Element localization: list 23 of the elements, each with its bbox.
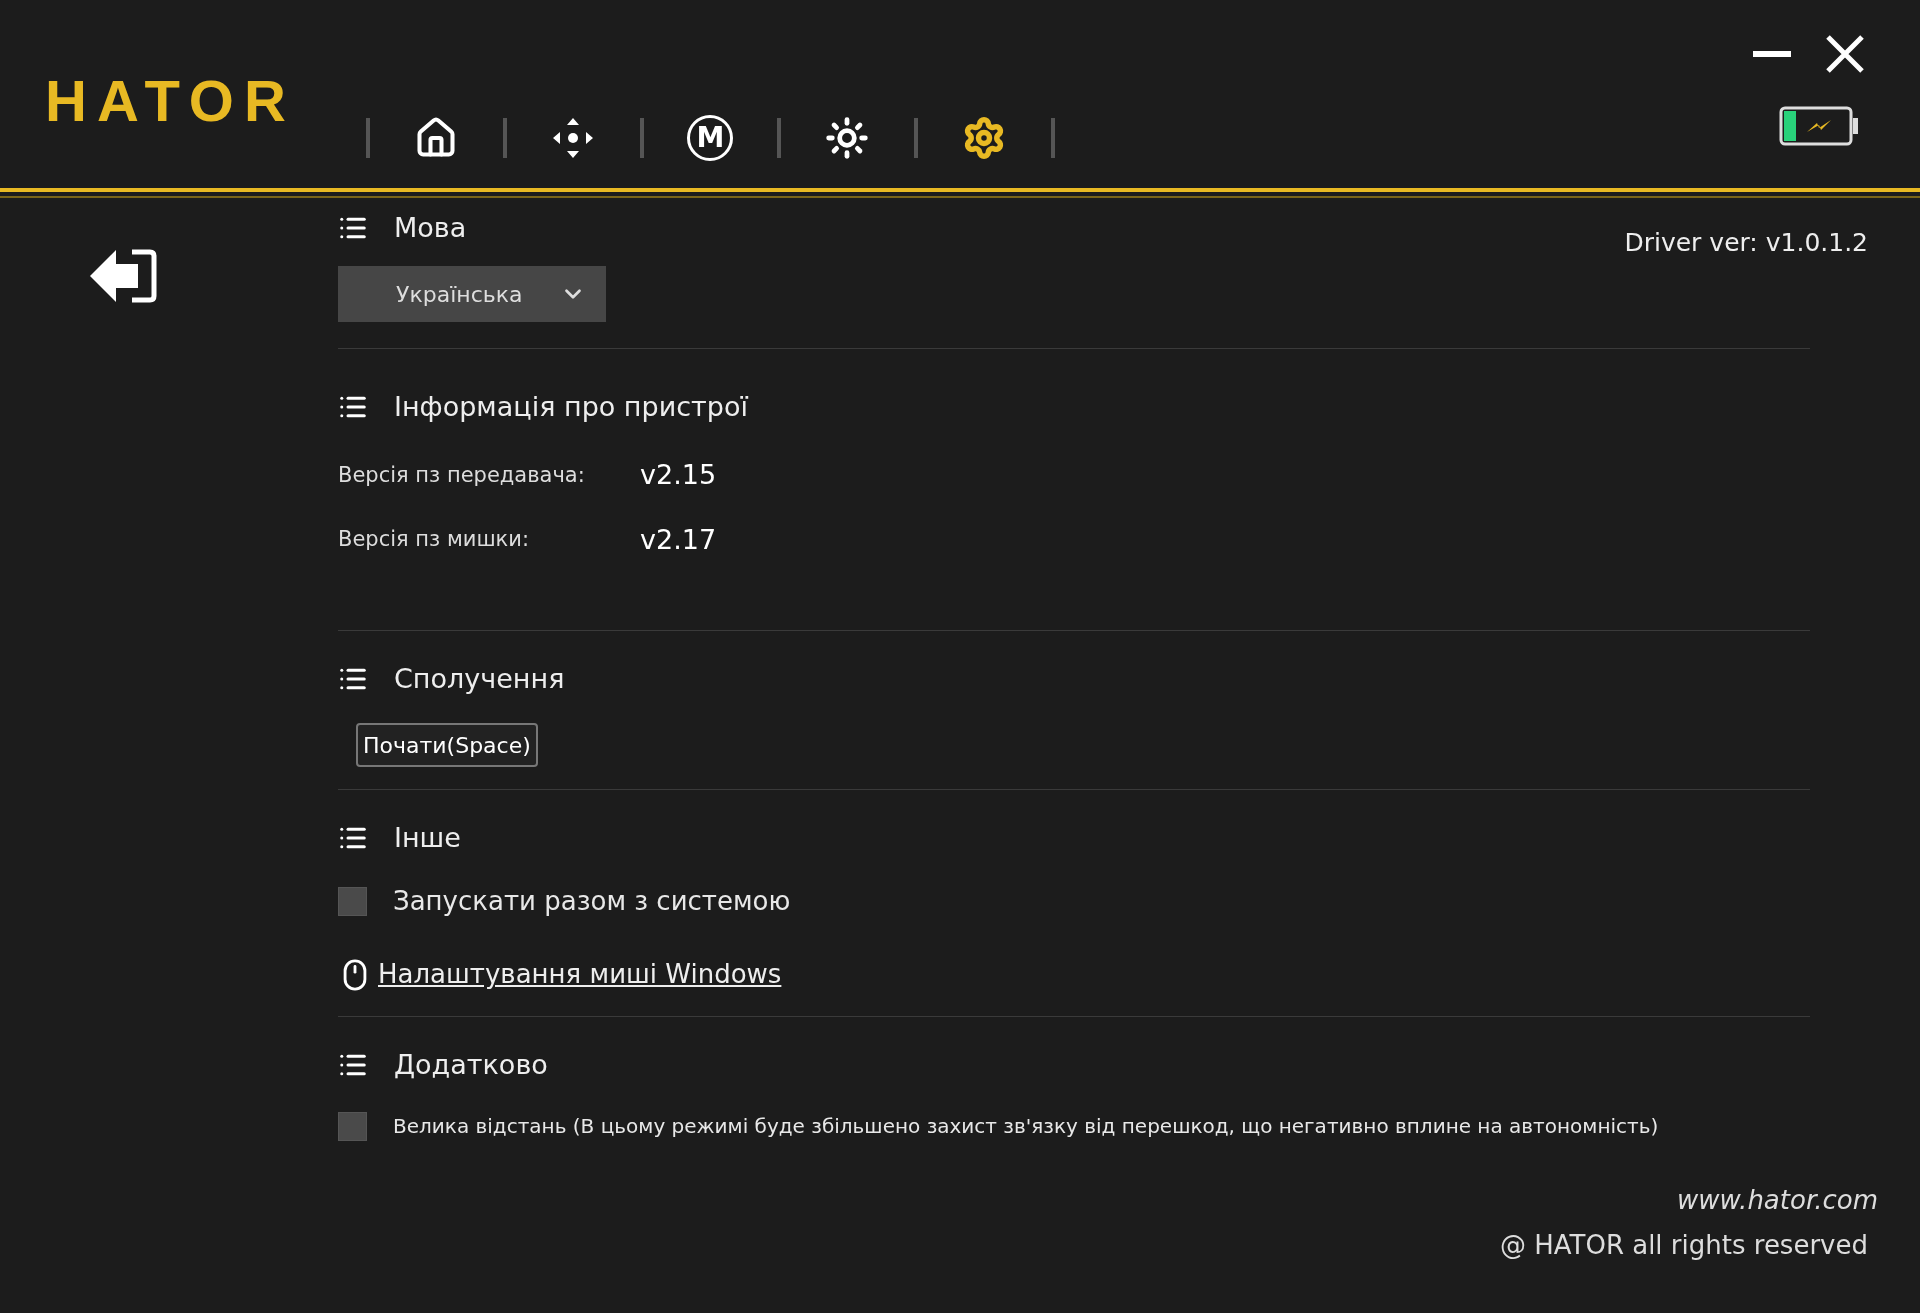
copyright-text: @ HATOR all rights reserved [1499, 1229, 1869, 1262]
battery-charging-icon [1779, 106, 1859, 146]
info-label: Версія пз мишки: [338, 526, 531, 553]
info-value: v2.15 [640, 458, 717, 492]
logo: HATOR [45, 72, 296, 130]
checkbox[interactable] [338, 887, 367, 916]
driver-version: Driver ver: v1.0.1.2 [1624, 227, 1869, 259]
section-title: Інформація про пристрої [394, 389, 748, 424]
macro-tab[interactable]: M [687, 115, 734, 161]
checkbox[interactable] [338, 1111, 367, 1141]
close-button[interactable] [1825, 34, 1865, 74]
info-label: Версія пз передавача: [338, 461, 586, 489]
section-title: Додатково [394, 1047, 548, 1082]
section-title: Мова [394, 210, 467, 245]
section-title: Сполучення [394, 661, 565, 696]
windows-mouse-settings-link[interactable]: Налаштування миші Windows [378, 955, 782, 994]
checkbox-label: Запускати разом з системою [393, 885, 791, 918]
language-dropdown[interactable]: Українська [338, 266, 606, 322]
checkbox-label: Велика відстань (В цьому режимі буде збільшено захист зв'язку від перешкод, що негативно вплине на автономність) [393, 1113, 1659, 1140]
start-button[interactable]: Почати(Space) [356, 723, 538, 767]
section-title: Інше [394, 820, 461, 855]
website-text: www.hator.com [1677, 1184, 1878, 1217]
info-value: v2.17 [640, 522, 717, 557]
